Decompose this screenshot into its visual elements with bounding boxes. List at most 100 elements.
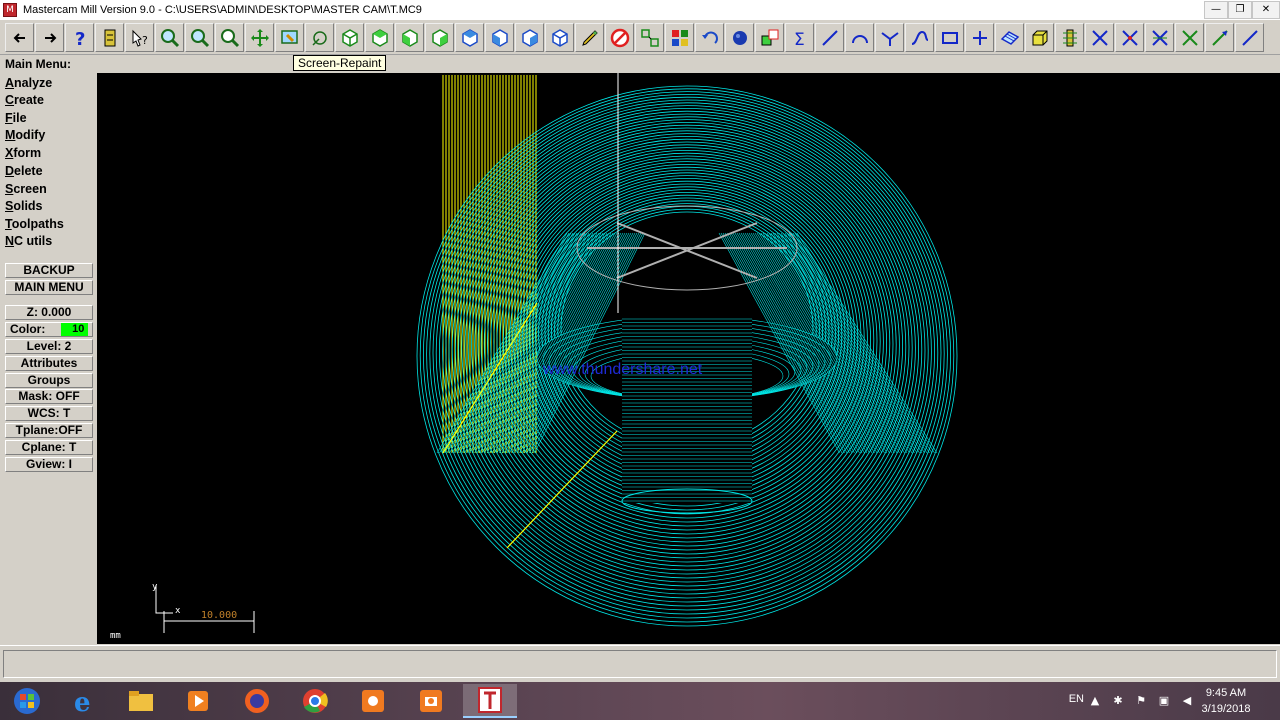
trim-three-button[interactable] — [1145, 23, 1174, 52]
taskbar-media-player[interactable] — [171, 684, 225, 718]
taskbar-internet-explorer[interactable]: e — [56, 684, 110, 718]
cube-blue-front-icon — [491, 28, 508, 47]
wcs-button[interactable]: WCS: T — [5, 406, 93, 421]
clear-colors-button[interactable] — [575, 23, 604, 52]
create-rectangle-button[interactable] — [935, 23, 964, 52]
gview-button[interactable]: Gview: I — [5, 457, 93, 472]
volume-icon[interactable]: ◀ — [1180, 694, 1194, 708]
cplane-front-button[interactable] — [485, 23, 514, 52]
attributes-button[interactable]: Attributes — [5, 356, 93, 371]
trim-button[interactable] — [1085, 23, 1114, 52]
create-spline-button[interactable] — [905, 23, 934, 52]
toolpath-button[interactable] — [1055, 23, 1084, 52]
pan-button[interactable] — [245, 23, 274, 52]
menu-item-screen[interactable]: Screen — [5, 182, 47, 196]
menu-item-xform[interactable]: Xform — [5, 146, 41, 160]
view-top-button[interactable] — [365, 23, 394, 52]
create-point-button[interactable] — [965, 23, 994, 52]
create-arc-button[interactable] — [845, 23, 874, 52]
cplane-top-button[interactable] — [455, 23, 484, 52]
surface-button[interactable] — [995, 23, 1024, 52]
menu-item-solids[interactable]: Solids — [5, 199, 43, 213]
tray-chevron-icon[interactable]: ▲ — [1088, 694, 1102, 708]
transform-button[interactable] — [755, 23, 784, 52]
cplane-3d-button[interactable] — [545, 23, 574, 52]
main-menu-sidebar: Analyze Create File Modify Xform Delete … — [0, 73, 96, 643]
flag-icon[interactable]: ⚑ — [1134, 694, 1148, 708]
pan-arrows-icon — [250, 28, 269, 47]
taskbar-mastercam[interactable] — [463, 684, 517, 718]
break-button[interactable] — [1175, 23, 1204, 52]
zoom-window-button[interactable] — [155, 23, 184, 52]
menu-item-delete[interactable]: Delete — [5, 164, 43, 178]
line-partial-icon — [1241, 29, 1258, 46]
menu-item-create[interactable]: Create — [5, 93, 44, 107]
view-front-button[interactable] — [395, 23, 424, 52]
solid-box-icon — [1032, 30, 1047, 45]
level-button[interactable]: Level: 2 — [5, 339, 93, 354]
trim-two-button[interactable] — [1115, 23, 1144, 52]
close-button[interactable]: ✕ — [1252, 1, 1280, 19]
backup-button[interactable]: BACKUP — [5, 263, 93, 278]
group-button[interactable] — [635, 23, 664, 52]
cube-green-top-icon — [371, 28, 388, 47]
save-button[interactable] — [95, 23, 124, 52]
unzoom-button[interactable] — [215, 23, 244, 52]
menu-item-modify[interactable]: Modify — [5, 128, 45, 142]
file-cabinet-icon — [104, 29, 115, 46]
mastercam-icon — [478, 687, 502, 713]
clock-time[interactable]: 9:45 AM — [1196, 687, 1256, 699]
more-tools-button[interactable] — [1235, 23, 1264, 52]
minimize-button[interactable]: — — [1204, 1, 1228, 19]
taskbar-screen-recorder[interactable] — [346, 684, 400, 718]
blue-sphere-icon — [732, 30, 747, 45]
network-icon[interactable]: ▣ — [1157, 694, 1171, 708]
color-swatch: 10 — [61, 323, 89, 336]
create-fillet-button[interactable] — [875, 23, 904, 52]
mask-button[interactable]: Mask: OFF — [5, 389, 93, 404]
pointer-help-icon: ? — [132, 29, 148, 47]
graphics-viewport[interactable]: yx www.thundershare.net mm 10.000 — [97, 73, 1280, 644]
context-help-button[interactable]: ? — [125, 23, 154, 52]
zoom-button[interactable] — [185, 23, 214, 52]
no-entry-icon — [610, 28, 629, 47]
undo-button[interactable] — [695, 23, 724, 52]
fit-button[interactable] — [305, 23, 334, 52]
cplane-button[interactable]: Cplane: T — [5, 440, 93, 455]
ungroup-button[interactable] — [665, 23, 694, 52]
start-button[interactable] — [0, 684, 54, 718]
menu-item-file[interactable]: File — [5, 111, 27, 125]
cplane-side-button[interactable] — [515, 23, 544, 52]
screen-repaint-button[interactable] — [275, 23, 304, 52]
taskbar-screen-capture[interactable] — [404, 684, 458, 718]
tray-app-icon[interactable]: ✱ — [1111, 694, 1125, 708]
extend-button[interactable] — [1205, 23, 1234, 52]
taskbar-file-explorer[interactable] — [114, 684, 168, 718]
solid-button[interactable] — [1025, 23, 1054, 52]
taskbar-firefox[interactable] — [230, 684, 284, 718]
view-iso-button[interactable] — [335, 23, 364, 52]
language-indicator[interactable]: EN — [1069, 693, 1084, 705]
menu-item-toolpaths[interactable]: Toolpaths — [5, 217, 64, 231]
sum-button[interactable]: Σ — [785, 23, 814, 52]
mastercam-app-icon[interactable]: M — [3, 3, 17, 17]
cancel-button[interactable] — [605, 23, 634, 52]
back-arrow-button[interactable] — [5, 23, 34, 52]
help-button[interactable]: ? — [65, 23, 94, 52]
forward-arrow-button[interactable] — [35, 23, 64, 52]
groups-button[interactable]: Groups — [5, 373, 93, 388]
maximize-button[interactable]: ❐ — [1228, 1, 1252, 19]
tplane-button[interactable]: Tplane:OFF — [5, 423, 93, 438]
shading-button[interactable] — [725, 23, 754, 52]
color-button[interactable]: Color: 10 — [5, 322, 93, 337]
wireframe-model: yx — [152, 73, 958, 633]
menu-item-nc-utils[interactable]: NC utils — [5, 234, 52, 248]
create-line-button[interactable] — [815, 23, 844, 52]
main-menu-button[interactable]: MAIN MENU — [5, 280, 93, 295]
z-depth-button[interactable]: Z: 0.000 — [5, 305, 93, 320]
menu-item-analyze[interactable]: Analyze — [5, 76, 52, 90]
folder-icon — [129, 691, 153, 711]
taskbar-chrome[interactable] — [288, 684, 342, 718]
clock-date[interactable]: 3/19/2018 — [1196, 703, 1256, 715]
view-side-button[interactable] — [425, 23, 454, 52]
